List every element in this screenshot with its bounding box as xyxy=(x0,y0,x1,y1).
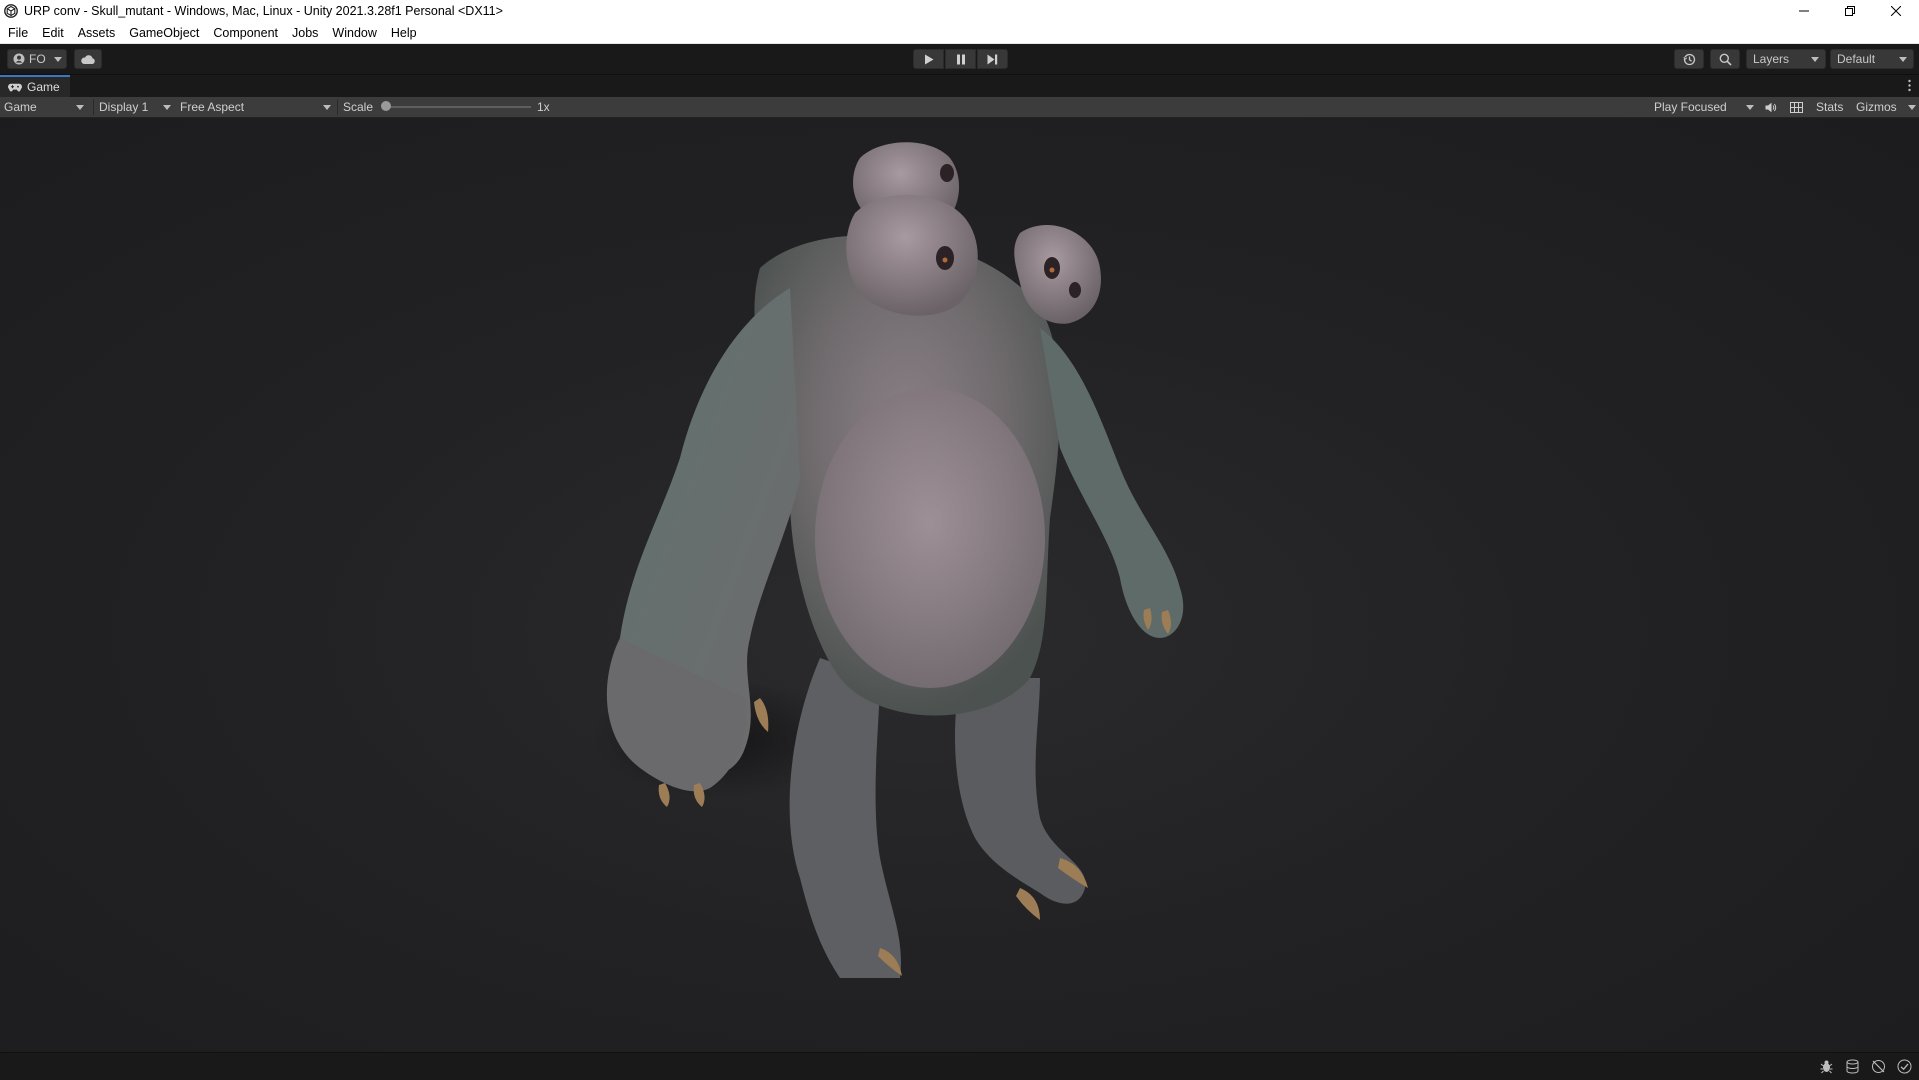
more-options-icon[interactable] xyxy=(1908,79,1911,92)
menu-file[interactable]: File xyxy=(0,22,35,44)
search-button[interactable] xyxy=(1710,49,1740,69)
gizmos-label: Gizmos xyxy=(1856,100,1897,114)
progress-check-icon[interactable] xyxy=(1896,1058,1913,1075)
scale-slider-thumb[interactable] xyxy=(381,101,391,111)
undo-history-button[interactable] xyxy=(1674,49,1704,69)
minimize-icon xyxy=(1799,6,1809,16)
chevron-down-icon xyxy=(53,56,62,62)
layout-label: Default xyxy=(1837,52,1876,66)
aspect-label: Free Aspect xyxy=(180,100,245,114)
menu-bar: File Edit Assets GameObject Component Jo… xyxy=(0,22,1919,44)
close-icon xyxy=(1891,6,1901,16)
toolbar-divider xyxy=(93,99,94,115)
mute-audio-button[interactable] xyxy=(1765,97,1777,117)
pause-icon xyxy=(956,54,966,65)
restore-button[interactable] xyxy=(1827,0,1873,22)
layers-dropdown[interactable]: Layers xyxy=(1746,49,1826,69)
gizmos-dropdown[interactable]: Gizmos xyxy=(1856,97,1916,117)
scale-slider-track[interactable] xyxy=(385,106,531,108)
cloud-icon xyxy=(80,54,96,65)
unity-logo-icon xyxy=(4,4,18,18)
grid-icon xyxy=(1790,101,1803,113)
layout-dropdown[interactable]: Default xyxy=(1830,49,1914,69)
playmode-controls xyxy=(913,49,1009,69)
menu-jobs[interactable]: Jobs xyxy=(285,22,325,44)
toolbar-divider xyxy=(337,99,338,115)
cache-server-icon[interactable] xyxy=(1844,1058,1861,1075)
step-icon xyxy=(987,54,998,65)
main-toolbar: FO Layers Default xyxy=(0,44,1919,75)
chevron-down-icon xyxy=(1899,56,1907,62)
window-title: URP conv - Skull_mutant - Windows, Mac, … xyxy=(24,4,503,18)
aspect-dropdown[interactable]: Free Aspect xyxy=(180,97,333,117)
chevron-down-icon xyxy=(323,104,331,110)
tab-game[interactable]: Game xyxy=(0,75,70,97)
chevron-down-icon xyxy=(1746,104,1754,110)
play-mode-label: Play Focused xyxy=(1654,100,1727,114)
window-title-bar: URP conv - Skull_mutant - Windows, Mac, … xyxy=(0,0,1919,22)
scale-label: Scale xyxy=(343,100,374,114)
view-mode-dropdown[interactable]: Game xyxy=(4,97,88,117)
tab-label: Game xyxy=(27,80,60,94)
cloud-button[interactable] xyxy=(74,49,102,69)
account-dropdown[interactable]: FO xyxy=(7,49,67,69)
menu-window[interactable]: Window xyxy=(325,22,383,44)
creature-render xyxy=(590,142,1184,978)
menu-assets[interactable]: Assets xyxy=(71,22,123,44)
play-mode-dropdown[interactable]: Play Focused xyxy=(1654,97,1756,117)
network-icon[interactable] xyxy=(1870,1058,1887,1075)
game-viewport[interactable] xyxy=(0,118,1919,1052)
menu-component[interactable]: Component xyxy=(206,22,285,44)
game-view-tab-strip: Game xyxy=(0,75,1919,97)
chevron-down-icon xyxy=(1908,104,1916,110)
play-button[interactable] xyxy=(913,49,944,69)
view-mode-label: Game xyxy=(4,100,37,114)
history-icon xyxy=(1682,53,1696,66)
close-button[interactable] xyxy=(1873,0,1919,22)
chevron-down-icon xyxy=(163,104,171,110)
bug-icon[interactable] xyxy=(1818,1058,1835,1075)
status-bar xyxy=(0,1052,1919,1080)
stats-button[interactable]: Stats xyxy=(1816,97,1843,117)
search-icon xyxy=(1719,53,1732,66)
menu-help[interactable]: Help xyxy=(384,22,424,44)
chevron-down-icon xyxy=(1811,56,1819,62)
restore-icon xyxy=(1845,6,1855,16)
game-view-toolbar: Game Display 1 Free Aspect Scale 1x Play… xyxy=(0,97,1919,118)
minimize-button[interactable] xyxy=(1781,0,1827,22)
account-icon xyxy=(13,53,25,65)
display-dropdown[interactable]: Display 1 xyxy=(99,97,173,117)
pause-button[interactable] xyxy=(945,49,976,69)
chevron-down-icon xyxy=(76,104,84,110)
layers-label: Layers xyxy=(1753,52,1790,66)
display-label: Display 1 xyxy=(99,100,149,114)
scale-value: 1x xyxy=(537,100,550,114)
step-button[interactable] xyxy=(977,49,1008,69)
account-label: FO xyxy=(29,52,46,66)
gamepad-icon xyxy=(8,83,22,92)
menu-edit[interactable]: Edit xyxy=(35,22,71,44)
frame-debug-button[interactable] xyxy=(1790,97,1803,117)
play-icon xyxy=(924,54,934,65)
audio-mute-icon xyxy=(1765,102,1777,113)
menu-gameobject[interactable]: GameObject xyxy=(122,22,206,44)
